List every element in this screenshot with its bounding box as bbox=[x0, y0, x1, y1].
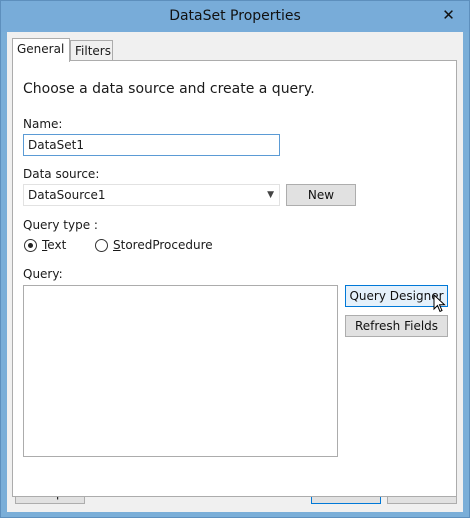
tab-general-label: General bbox=[17, 42, 65, 56]
query-type-storedprocedure-rest: toredProcedure bbox=[120, 238, 213, 252]
query-type-text-rest: ext bbox=[47, 238, 67, 252]
dialog-client-area: General Filters Choose a data source and… bbox=[7, 32, 463, 512]
query-type-label: Query type : bbox=[23, 218, 98, 232]
datasource-label: Data source: bbox=[23, 167, 100, 181]
mouse-cursor-icon bbox=[433, 294, 446, 313]
datasource-select[interactable]: DataSource1 ▼ bbox=[23, 184, 280, 206]
window-title: DataSet Properties bbox=[169, 8, 301, 24]
query-type-text-radio[interactable] bbox=[24, 239, 37, 252]
query-label: Query: bbox=[23, 267, 63, 281]
chevron-down-icon: ▼ bbox=[267, 190, 274, 200]
radio-selected-dot bbox=[28, 243, 33, 248]
general-tab-panel: Choose a data source and create a query.… bbox=[12, 60, 457, 497]
name-field[interactable]: DataSet1 bbox=[23, 134, 280, 156]
query-type-text-label[interactable]: Text bbox=[42, 238, 66, 252]
panel-heading: Choose a data source and create a query. bbox=[23, 81, 315, 97]
name-label: Name: bbox=[23, 117, 63, 131]
dataset-properties-dialog: DataSet Properties ✕ General Filters Cho… bbox=[0, 0, 470, 518]
tab-filters[interactable]: Filters bbox=[70, 40, 113, 62]
name-field-value: DataSet1 bbox=[28, 138, 84, 152]
tab-general[interactable]: General bbox=[12, 38, 70, 62]
query-textarea[interactable] bbox=[23, 285, 338, 457]
tab-filters-label: Filters bbox=[75, 44, 111, 58]
query-type-storedprocedure-label[interactable]: StoredProcedure bbox=[113, 238, 213, 252]
datasource-select-value: DataSource1 bbox=[28, 188, 106, 202]
title-bar[interactable]: DataSet Properties ✕ bbox=[1, 1, 469, 32]
refresh-fields-button[interactable]: Refresh Fields bbox=[345, 315, 448, 337]
query-type-storedprocedure-radio[interactable] bbox=[95, 239, 108, 252]
new-datasource-button[interactable]: New bbox=[286, 184, 356, 206]
close-icon[interactable]: ✕ bbox=[438, 6, 459, 25]
